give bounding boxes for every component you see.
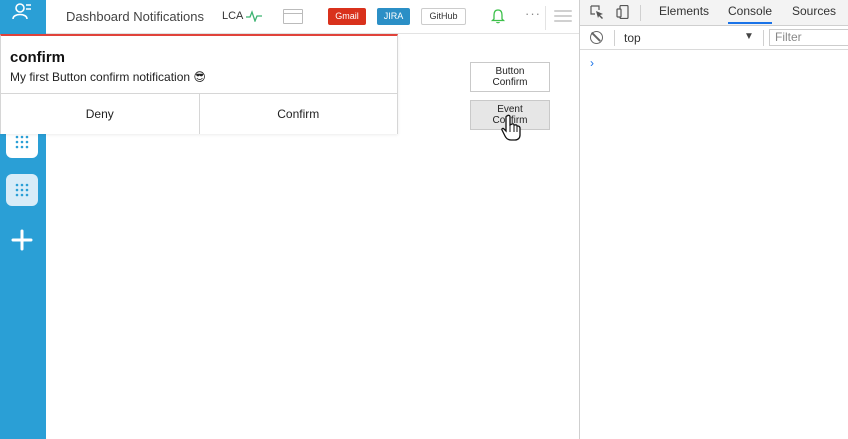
notification-message: My first Button confirm notification 😎 <box>10 70 206 84</box>
tab-elements[interactable]: Elements <box>659 4 709 18</box>
confirm-button[interactable]: Confirm <box>198 94 397 134</box>
menu-icon[interactable] <box>554 10 572 24</box>
sidebar-app-tile-active[interactable] <box>6 174 38 206</box>
console-prompt[interactable]: › <box>590 56 594 70</box>
github-button[interactable]: GitHub <box>421 8 466 25</box>
devtools-panel: Elements Console Sources top ▼ Filter › <box>579 0 848 439</box>
block-icon[interactable] <box>590 31 603 44</box>
inspect-icon[interactable] <box>590 5 604 19</box>
jira-button[interactable]: JIRA <box>377 8 410 25</box>
tab-console[interactable]: Console <box>728 4 773 24</box>
apps-grid-icon <box>15 183 29 197</box>
devtools-tab-bar: Elements Console Sources <box>580 0 848 26</box>
window-icon[interactable] <box>283 9 303 24</box>
notification-actions: Deny Confirm <box>1 93 397 134</box>
divider <box>614 30 615 46</box>
divider <box>763 30 764 46</box>
divider <box>545 6 546 30</box>
device-icon[interactable] <box>616 5 630 19</box>
button-confirm-button[interactable]: Button Confirm <box>470 62 550 92</box>
lca-status[interactable]: LCA <box>222 10 263 22</box>
gmail-button[interactable]: Gmail <box>328 8 366 25</box>
page-title: Dashboard Notifications <box>66 9 205 24</box>
tab-sources[interactable]: Sources <box>792 4 836 18</box>
plus-icon[interactable] <box>10 228 34 252</box>
top-bar: Dashboard Notifications LCA Gmail JIRA G… <box>46 0 580 34</box>
deny-button[interactable]: Deny <box>1 94 199 134</box>
apps-grid-icon <box>15 135 29 149</box>
filter-input[interactable]: Filter <box>769 29 848 46</box>
more-icon[interactable]: ··· <box>525 6 541 21</box>
notification-title: confirm <box>10 49 66 66</box>
console-toolbar: top ▼ Filter <box>580 26 848 50</box>
pulse-icon <box>246 10 263 22</box>
button-confirm-label: Button Confirm <box>492 66 528 88</box>
bell-icon[interactable] <box>490 8 506 24</box>
user-icon[interactable] <box>11 2 33 20</box>
context-selector[interactable]: top <box>624 31 641 45</box>
chevron-down-icon[interactable]: ▼ <box>744 31 754 42</box>
lca-label: LCA <box>222 10 244 22</box>
divider <box>640 5 641 21</box>
hand-cursor-icon <box>501 114 521 141</box>
dashboard-app: Dashboard Notifications LCA Gmail JIRA G… <box>0 0 580 439</box>
confirm-notification: confirm My first Button confirm notifica… <box>0 34 398 134</box>
